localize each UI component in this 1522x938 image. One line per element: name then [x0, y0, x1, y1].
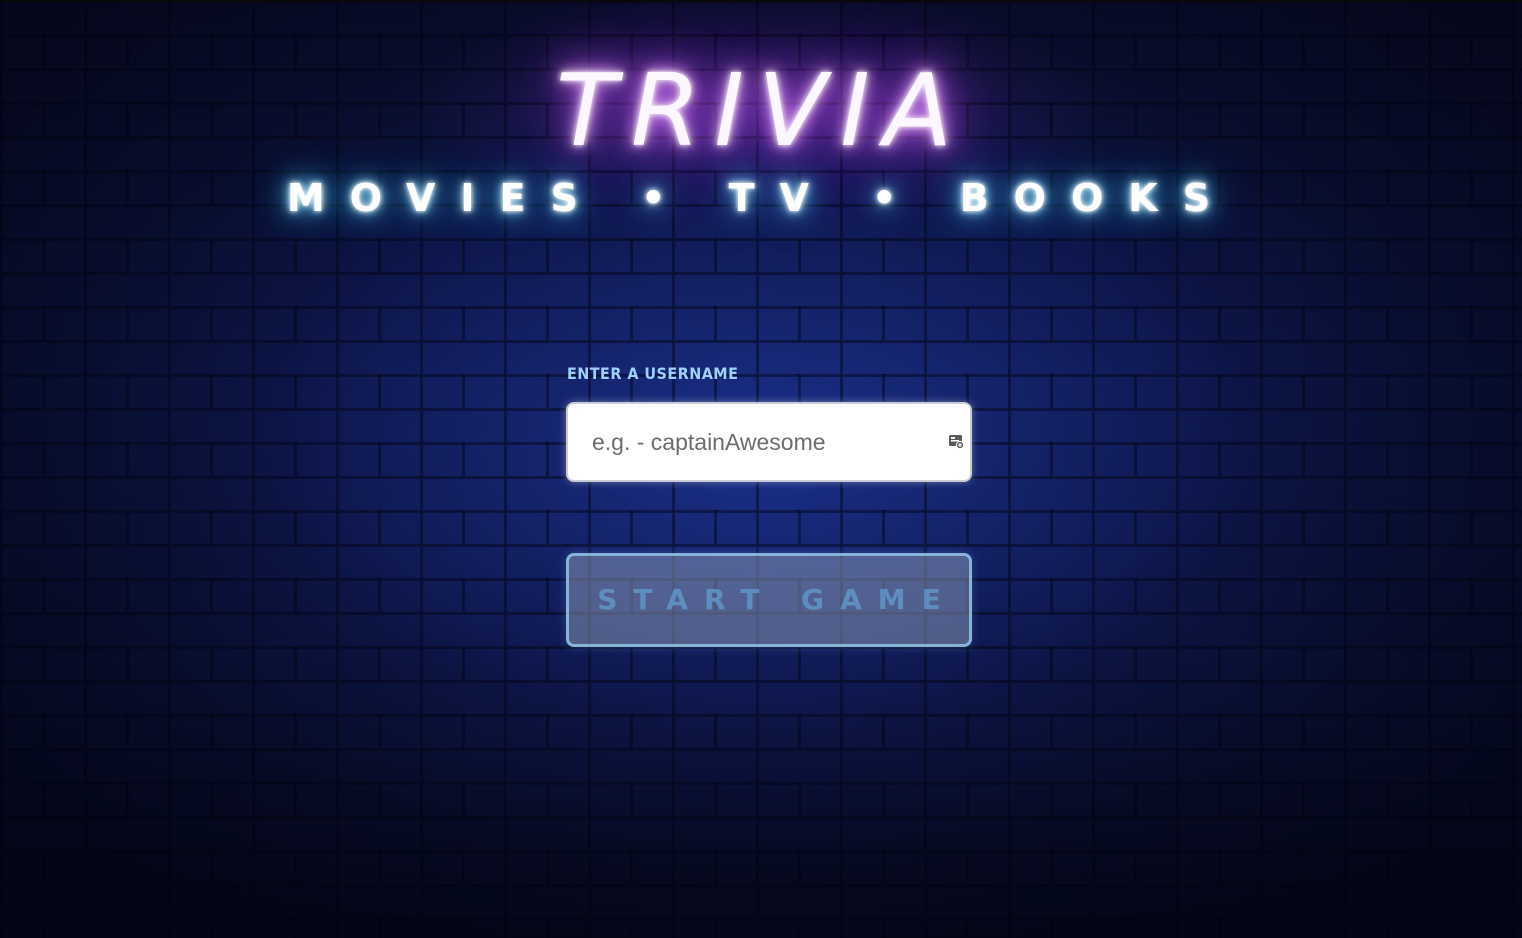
- username-form: ENTER A USERNAME START GAME: [566, 360, 972, 647]
- page-title: TRIVIA: [555, 52, 967, 169]
- start-game-button[interactable]: START GAME: [566, 553, 972, 647]
- top-border: [0, 0, 1522, 2]
- username-label: ENTER A USERNAME: [567, 364, 739, 383]
- username-field-container[interactable]: [566, 402, 972, 482]
- username-input[interactable]: [568, 404, 932, 480]
- page-background: TRIVIA MOVIES • TV • BOOKS ENTER A USERN…: [0, 0, 1522, 938]
- contact-card-icon[interactable]: [948, 433, 964, 449]
- page-subtitle: MOVIES • TV • BOOKS: [286, 176, 1236, 220]
